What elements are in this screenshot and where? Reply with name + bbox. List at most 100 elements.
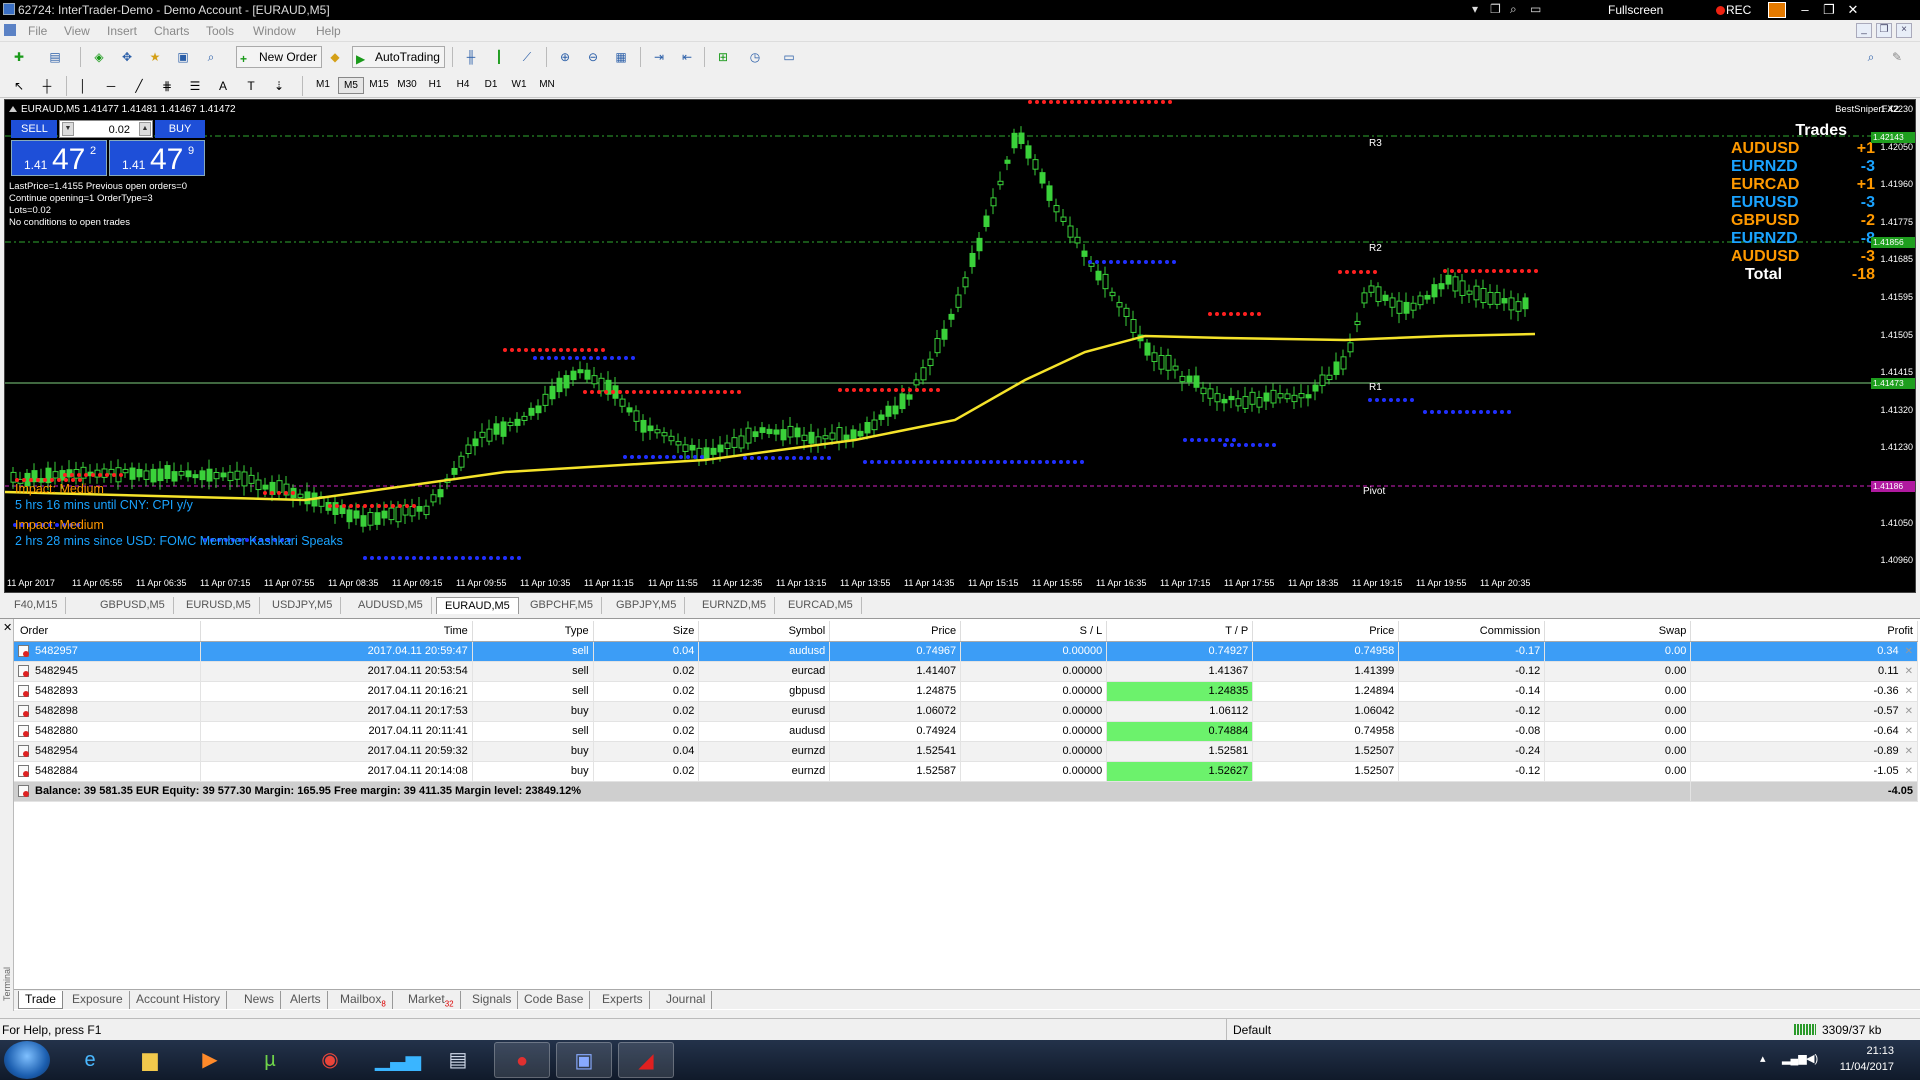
horizontal-line-icon[interactable]: ─ [100, 75, 122, 97]
profiles-icon[interactable]: ▤ [44, 46, 66, 68]
close-order-icon[interactable]: ✕ [1905, 766, 1913, 777]
utorrent-icon[interactable]: µ [242, 1042, 298, 1078]
terminal-tab[interactable]: Exposure [66, 991, 130, 1009]
column-header[interactable]: Price [1252, 621, 1400, 642]
close-order-icon[interactable]: ✕ [1905, 646, 1913, 657]
text-label-icon[interactable]: T [240, 75, 262, 97]
chart-tab[interactable]: GBPJPY,M5 [608, 597, 686, 614]
order-row[interactable]: 5482945 2017.04.11 20:53:54 sell 0.02 eurcad… [14, 661, 1918, 682]
fibonacci-icon[interactable]: ☰ [184, 75, 206, 97]
line-chart-icon[interactable]: ⟋ [516, 46, 538, 68]
dropdown-icon[interactable]: ▾ [1472, 2, 1478, 16]
clock-date[interactable]: 11/04/2017 [1840, 1061, 1894, 1073]
zoom-icon[interactable]: ⌕ [1510, 2, 1517, 17]
autotrading-button[interactable]: ▶ AutoTrading [352, 46, 445, 68]
volume-icon[interactable]: ◀) [1806, 1052, 1818, 1065]
tf-m5[interactable]: M5 [338, 77, 364, 94]
column-header[interactable]: Size [593, 621, 700, 642]
window-app-icon[interactable]: ▤ [430, 1042, 486, 1078]
chat-icon[interactable]: ✎ [1886, 46, 1908, 68]
order-row[interactable]: 5482884 2017.04.11 20:14:08 buy 0.02 eurnzd 1… [14, 761, 1918, 782]
column-header[interactable]: Price [829, 621, 962, 642]
menu-window[interactable]: Window [253, 24, 296, 38]
chart-tab[interactable]: EURAUD,M5 [436, 597, 519, 614]
market-watch-icon[interactable]: ◈ [88, 46, 110, 68]
indicators-icon[interactable]: ⊞ [712, 46, 734, 68]
window-icon[interactable]: ❐ [1490, 2, 1501, 16]
chrome-icon[interactable]: ◉ [302, 1042, 358, 1078]
mdi-close-icon[interactable]: × [1896, 23, 1912, 38]
collapse-triangle-icon[interactable] [9, 106, 17, 112]
close-order-icon[interactable]: ✕ [1905, 686, 1913, 697]
mdi-minimize-icon[interactable]: _ [1856, 23, 1872, 38]
terminal-icon[interactable]: ▣ [172, 46, 194, 68]
chart-tab[interactable]: AUDUSD,M5 [350, 597, 432, 614]
strategy-tester-icon[interactable]: ⌕ [200, 46, 222, 68]
ie-icon[interactable]: e [62, 1042, 118, 1078]
close-order-icon[interactable]: ✕ [1905, 746, 1913, 757]
metaeditor-icon[interactable]: ◆ [324, 46, 346, 68]
pdf-icon[interactable]: ◢ [618, 1042, 674, 1078]
chart-tab[interactable]: GBPCHF,M5 [522, 597, 602, 614]
tf-mn[interactable]: MN [534, 77, 560, 94]
column-header[interactable]: Profit [1690, 621, 1918, 642]
recorder-icon[interactable]: ● [494, 1042, 550, 1078]
tf-h4[interactable]: H4 [450, 77, 476, 94]
zoom-in-icon[interactable]: ⊕ [554, 46, 576, 68]
navigator-icon[interactable]: ★ [144, 46, 166, 68]
close-order-icon[interactable]: ✕ [1905, 666, 1913, 677]
order-row[interactable]: 5482898 2017.04.11 20:17:53 buy 0.02 eurusd 1… [14, 701, 1918, 722]
candlestick-icon[interactable]: ┃ [488, 46, 510, 68]
column-header[interactable]: S / L [960, 621, 1108, 642]
column-header[interactable]: Type [472, 621, 594, 642]
close-order-icon[interactable]: ✕ [1905, 706, 1913, 717]
resize-icon[interactable]: ▭ [1530, 2, 1541, 16]
tf-d1[interactable]: D1 [478, 77, 504, 94]
terminal-tab[interactable]: Trade [18, 991, 63, 1009]
clock-time[interactable]: 21:13 [1866, 1045, 1894, 1057]
terminal-tab[interactable]: Mailbox8 [334, 991, 393, 1009]
order-row[interactable]: 5482957 2017.04.11 20:59:47 sell 0.04 audusd… [14, 641, 1918, 662]
tf-h1[interactable]: H1 [422, 77, 448, 94]
lot-up-icon[interactable]: ▲ [139, 122, 151, 136]
network-app-icon[interactable]: ▣ [556, 1042, 612, 1078]
terminal-tab[interactable]: Journal [660, 991, 713, 1009]
chart-tab[interactable]: EURUSD,M5 [178, 597, 260, 614]
close-button[interactable]: ✕ [1842, 0, 1864, 20]
autoscroll-icon[interactable]: ⇥ [648, 46, 670, 68]
text-icon[interactable]: A [212, 75, 234, 97]
tile-windows-icon[interactable]: ▦ [610, 46, 632, 68]
chart-tab[interactable]: EURNZD,M5 [694, 597, 776, 614]
vertical-line-icon[interactable]: │ [72, 75, 94, 97]
sell-price-box[interactable]: 1.41 47 2 [11, 140, 107, 176]
search-icon[interactable]: ⌕ [1860, 46, 1882, 68]
new-order-button[interactable]: + New Order [236, 46, 323, 68]
column-header[interactable]: Commission [1398, 621, 1546, 642]
terminal-tab[interactable]: Market32 [402, 991, 461, 1009]
close-order-icon[interactable]: ✕ [1905, 726, 1913, 737]
arrows-icon[interactable]: ⇣ [268, 75, 290, 97]
chart-tab[interactable]: EURCAD,M5 [780, 597, 862, 614]
start-button[interactable] [4, 1041, 50, 1079]
zoom-out-icon[interactable]: ⊖ [582, 46, 604, 68]
rec-label[interactable]: REC [1726, 3, 1751, 17]
crosshair-icon[interactable]: ┼ [36, 75, 58, 97]
cursor-icon[interactable]: ↖ [8, 75, 30, 97]
tf-m30[interactable]: M30 [394, 77, 420, 94]
signal-icon[interactable]: ▂▄▆ [1782, 1052, 1807, 1065]
chart-shift-icon[interactable]: ⇤ [676, 46, 698, 68]
folder-icon[interactable]: ▆ [122, 1042, 178, 1078]
fullscreen-label[interactable]: Fullscreen [1608, 3, 1663, 17]
maximize-button[interactable]: ❐ [1818, 0, 1840, 20]
menu-tools[interactable]: Tools [206, 24, 234, 38]
tray-arrow-icon[interactable]: ▴ [1760, 1052, 1766, 1065]
tf-w1[interactable]: W1 [506, 77, 532, 94]
terminal-tab[interactable]: Account History [130, 991, 228, 1009]
terminal-tab[interactable]: News [238, 991, 282, 1009]
tf-m1[interactable]: M1 [310, 77, 336, 94]
chart-tab[interactable]: GBPUSD,M5 [92, 597, 174, 614]
column-header[interactable]: Time [200, 621, 473, 642]
terminal-tab[interactable]: Code Base [518, 991, 591, 1009]
order-row[interactable]: 5482880 2017.04.11 20:11:41 sell 0.02 audusd… [14, 721, 1918, 742]
periods-icon[interactable]: ◷ [744, 46, 766, 68]
